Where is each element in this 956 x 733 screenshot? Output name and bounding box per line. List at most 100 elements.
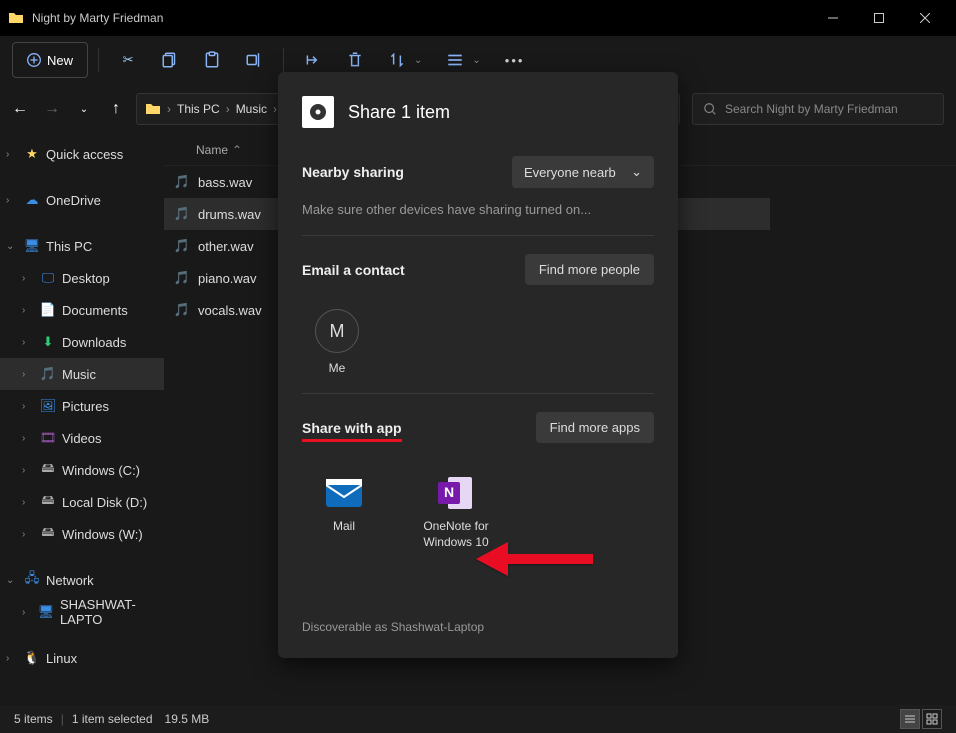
chevron-down-icon: ⌄ — [472, 55, 480, 66]
sidebar-item-local-disk-d[interactable]: › 🖴 Local Disk (D:) — [0, 486, 164, 518]
music-icon: 🎵 — [40, 366, 56, 382]
sidebar-item-windows-w[interactable]: ›🖴Windows (W:) — [0, 518, 164, 550]
chevron-down-icon: ⌄ — [6, 241, 18, 252]
nearby-sharing-hint: Make sure other devices have sharing tur… — [302, 202, 654, 217]
share-icon — [304, 51, 322, 69]
copy-button[interactable] — [151, 42, 189, 78]
thumbnails-view-button[interactable] — [922, 709, 942, 729]
up-button[interactable]: ↑ — [108, 101, 124, 117]
find-more-people-button[interactable]: Find more people — [525, 254, 654, 285]
breadcrumb-part[interactable]: Music — [236, 102, 267, 116]
sidebar-item-network[interactable]: ⌄🖧Network — [0, 564, 164, 596]
audio-file-icon: 🎵 — [174, 238, 190, 254]
desktop-icon: 🖵 — [40, 270, 56, 286]
sidebar-item-documents[interactable]: › 📄 Documents — [0, 294, 164, 326]
sidebar-label: Windows (C:) — [62, 463, 140, 478]
avatar: M — [315, 309, 359, 353]
sidebar-item-pictures[interactable]: ›🖼Pictures — [0, 390, 164, 422]
column-name-label: Name — [196, 143, 228, 157]
sidebar-label: Videos — [62, 431, 102, 446]
audio-file-icon: 🎵 — [174, 302, 190, 318]
chevron-right-icon: › — [22, 607, 32, 618]
minimize-button[interactable] — [810, 2, 856, 34]
copy-icon — [161, 51, 179, 69]
status-size: 19.5 MB — [165, 712, 210, 726]
nearby-sharing-label: Nearby sharing — [302, 164, 404, 180]
breadcrumb-separator: › — [167, 102, 171, 116]
audio-file-icon: 🎵 — [174, 174, 190, 190]
rename-button[interactable] — [235, 42, 273, 78]
drive-icon: 🖴 — [40, 462, 56, 478]
share-app-onenote[interactable]: N OneNote for Windows 10 — [414, 473, 498, 550]
drive-icon: 🖴 — [40, 494, 56, 510]
star-icon: ★ — [24, 146, 40, 162]
recent-button[interactable]: ⌄ — [76, 101, 92, 117]
contact-me[interactable]: M Me — [302, 309, 372, 375]
titlebar: Night by Marty Friedman — [0, 0, 956, 36]
sidebar-label: SHASHWAT-LAPTO — [60, 597, 158, 627]
file-name: vocals.wav — [198, 303, 262, 318]
documents-icon: 📄 — [40, 302, 56, 318]
sidebar-item-downloads[interactable]: ›⬇Downloads — [0, 326, 164, 358]
sort-icon — [388, 51, 406, 69]
chevron-right-icon: › — [22, 433, 34, 444]
find-more-apps-button[interactable]: Find more apps — [536, 412, 654, 443]
sidebar-label: Windows (W:) — [62, 527, 143, 542]
back-button[interactable]: ← — [12, 101, 28, 117]
app-name: Mail — [333, 519, 355, 535]
chevron-right-icon: › — [6, 653, 18, 664]
sidebar-item-desktop[interactable]: ›🖵Desktop — [0, 262, 164, 294]
folder-icon — [8, 10, 24, 26]
chevron-down-icon: ⌄ — [6, 575, 18, 586]
forward-button[interactable]: → — [44, 101, 60, 117]
sidebar-item-linux[interactable]: ›🐧Linux — [0, 642, 164, 674]
cut-button[interactable]: ✂ — [109, 42, 147, 78]
sidebar-item-this-pc[interactable]: ⌄ 🖥 This PC — [0, 230, 164, 262]
view-icon — [446, 51, 464, 69]
maximize-button[interactable] — [856, 2, 902, 34]
details-view-button[interactable] — [900, 709, 920, 729]
sidebar-label: This PC — [46, 239, 92, 254]
sidebar-label: Music — [62, 367, 96, 382]
paste-icon — [203, 51, 221, 69]
file-name: bass.wav — [198, 175, 252, 190]
share-with-app-label: Share with app — [302, 420, 402, 436]
pc-icon: 🖥 — [24, 238, 40, 254]
breadcrumb-separator: › — [273, 102, 277, 116]
onenote-icon: N — [436, 473, 476, 513]
sidebar-item-shashwat-laptop[interactable]: › 🖥 SHASHWAT-LAPTO — [0, 596, 164, 628]
nearby-sharing-dropdown[interactable]: Everyone nearb ⌄ — [512, 156, 654, 188]
network-icon: 🖧 — [24, 572, 40, 588]
share-panel-title: Share 1 item — [348, 102, 450, 123]
sidebar-item-onedrive[interactable]: ›☁OneDrive — [0, 184, 164, 216]
sidebar-item-windows-c[interactable]: › 🖴 Windows (C:) — [0, 454, 164, 486]
sidebar-label: Documents — [62, 303, 128, 318]
breadcrumb-part[interactable]: This PC — [177, 102, 220, 116]
breadcrumb-separator: › — [226, 102, 230, 116]
status-bar: 5 items | 1 item selected 19.5 MB — [0, 705, 956, 733]
sidebar-item-music[interactable]: › 🎵 Music — [0, 358, 164, 390]
sidebar-label: OneDrive — [46, 193, 101, 208]
cloud-icon: ☁ — [24, 192, 40, 208]
chevron-right-icon: › — [22, 529, 34, 540]
search-input[interactable]: Search Night by Marty Friedman — [692, 93, 944, 125]
chevron-right-icon: › — [22, 305, 34, 316]
share-item-thumbnail — [302, 96, 334, 128]
chevron-right-icon: › — [22, 369, 34, 380]
new-label: New — [47, 53, 73, 68]
share-app-mail[interactable]: Mail — [302, 473, 386, 550]
sidebar-item-videos[interactable]: ›🎞Videos — [0, 422, 164, 454]
chevron-right-icon: › — [22, 465, 34, 476]
paste-button[interactable] — [193, 42, 231, 78]
chevron-right-icon: › — [22, 497, 34, 508]
sidebar-label: Local Disk (D:) — [62, 495, 147, 510]
computer-icon: 🖥 — [38, 604, 54, 620]
divider — [302, 235, 654, 236]
sidebar-label: Linux — [46, 651, 77, 666]
sidebar-item-quick-access[interactable]: ›★Quick access — [0, 138, 164, 170]
new-button[interactable]: New — [12, 42, 88, 78]
sort-ascending-icon: ⌃ — [232, 143, 242, 157]
toolbar-separator — [98, 48, 99, 72]
close-button[interactable] — [902, 2, 948, 34]
download-icon: ⬇ — [40, 334, 56, 350]
